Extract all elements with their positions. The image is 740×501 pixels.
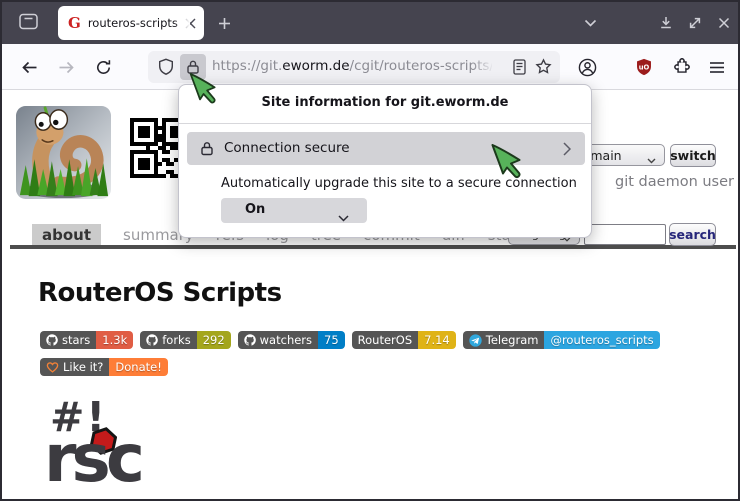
- url-subdomain: git.: [260, 58, 282, 74]
- badge-routeros[interactable]: RouterOS 7.14: [352, 331, 456, 349]
- badge-label: watchers: [260, 333, 312, 347]
- close-window-button[interactable]: [714, 13, 734, 33]
- titlebar: G routeros-scripts - RouterOS: [2, 2, 738, 44]
- badge-value: Donate!: [109, 358, 167, 376]
- tabs-underline: [10, 245, 736, 249]
- back-arrow-icon: [21, 60, 38, 75]
- mouse-cursor: [489, 144, 526, 186]
- switch-button[interactable]: switch: [670, 144, 716, 167]
- extensions-button[interactable]: [669, 52, 695, 82]
- eworm-logo[interactable]: [15, 105, 112, 204]
- badge-label: Like it?: [63, 360, 103, 374]
- chevron-down-icon: [338, 207, 349, 226]
- cgit-favicon: G: [68, 16, 81, 31]
- account-icon: [578, 58, 597, 77]
- rsc-text: rsc: [44, 426, 140, 492]
- badge-value: 292: [197, 331, 231, 349]
- back-button[interactable]: [14, 52, 44, 82]
- chevron-down-icon: [647, 152, 656, 167]
- heart-icon: [46, 361, 59, 373]
- svg-text:uO: uO: [639, 63, 650, 71]
- reload-button[interactable]: [88, 52, 118, 82]
- url-path: /cgit/routeros-scripts/ab: [350, 58, 492, 74]
- url-domain: eworm.de: [282, 58, 349, 74]
- https-upgrade-dropdown[interactable]: On: [221, 198, 367, 223]
- browser-tab[interactable]: G routeros-scripts - RouterOS: [58, 6, 204, 40]
- branch-select-value: main: [590, 148, 621, 163]
- mouse-cursor: [188, 73, 220, 111]
- star-icon: [535, 58, 552, 75]
- search-input[interactable]: [584, 224, 666, 245]
- puzzle-piece-icon: [673, 58, 691, 76]
- badge-value: 7.14: [418, 331, 456, 349]
- badge-label: Telegram: [486, 333, 539, 347]
- close-icon: [718, 17, 730, 29]
- tab-title: routeros-scripts - RouterOS: [88, 16, 182, 30]
- badge-label: stars: [62, 333, 90, 347]
- forward-button[interactable]: [51, 52, 81, 82]
- reload-icon: [95, 59, 112, 76]
- resize-diagonal-icon: [688, 16, 702, 30]
- ublock-origin-button[interactable]: uO: [632, 52, 656, 82]
- badges-row-2: Like it? Donate!: [40, 358, 168, 376]
- badges-row-1: stars 1.3k forks 292 watchers 75 RouterOS 7.14 T…: [40, 331, 660, 349]
- popup-title: Site information for git.eworm.de: [179, 95, 591, 110]
- minimize-button[interactable]: [656, 13, 676, 33]
- browser-window: G routeros-scripts - RouterOS: [0, 0, 740, 501]
- download-arrow-icon: [659, 16, 673, 30]
- github-icon: [146, 334, 158, 346]
- plus-icon: [218, 17, 231, 30]
- switch-button-label: switch: [670, 148, 716, 163]
- tracking-protection-shield-icon[interactable]: [158, 58, 174, 80]
- hamburger-menu-icon: [709, 61, 725, 74]
- badge-telegram[interactable]: Telegram @routeros_scripts: [463, 331, 660, 349]
- lock-icon: [200, 140, 214, 161]
- maximize-button[interactable]: [685, 13, 705, 33]
- page-title: RouterOS Scripts: [38, 278, 282, 308]
- search-button[interactable]: search: [669, 223, 716, 246]
- url-fade: [472, 53, 494, 81]
- firefox-view-button[interactable]: [18, 13, 38, 33]
- bookmark-star-button[interactable]: [535, 58, 552, 79]
- url-text: https://git.eworm.de/cgit/routeros-scrip…: [212, 58, 492, 74]
- rsc-shebang-logo: #! rsc: [44, 400, 154, 492]
- badge-stars[interactable]: stars 1.3k: [40, 331, 133, 349]
- badge-value: 1.3k: [96, 331, 133, 349]
- chevron-right-icon: [563, 141, 571, 160]
- telegram-icon: [469, 334, 482, 347]
- reader-mode-button[interactable]: [513, 59, 526, 79]
- url-scheme: https://: [212, 58, 260, 74]
- list-all-tabs-button[interactable]: [580, 13, 600, 33]
- github-icon: [46, 334, 58, 346]
- site-information-popup: Site information for git.eworm.de Connec…: [178, 84, 592, 238]
- close-icon: [185, 18, 196, 29]
- connection-status-label: Connection secure: [224, 140, 350, 156]
- badge-value: @routeros_scripts: [544, 331, 659, 349]
- badge-value: 75: [318, 331, 345, 349]
- badge-label: forks: [162, 333, 190, 347]
- github-icon: [244, 334, 256, 346]
- badge-like-it-[interactable]: Like it? Donate!: [40, 358, 168, 376]
- account-button[interactable]: [574, 52, 600, 82]
- search-button-label: search: [669, 227, 716, 242]
- https-upgrade-value: On: [245, 202, 265, 217]
- ublock-icon: uO: [635, 58, 653, 76]
- tab-close-button[interactable]: [182, 15, 198, 31]
- badge-label: RouterOS: [358, 333, 412, 347]
- badge-forks[interactable]: forks 292: [140, 331, 230, 349]
- popup-divider: [179, 123, 591, 124]
- menu-button[interactable]: [704, 52, 730, 82]
- forward-arrow-icon: [58, 60, 75, 75]
- chevron-down-icon: [584, 19, 597, 28]
- new-tab-button[interactable]: [214, 13, 234, 33]
- reader-mode-icon: [513, 59, 526, 75]
- firefox-view-icon: [19, 13, 38, 34]
- badge-watchers[interactable]: watchers 75: [238, 331, 345, 349]
